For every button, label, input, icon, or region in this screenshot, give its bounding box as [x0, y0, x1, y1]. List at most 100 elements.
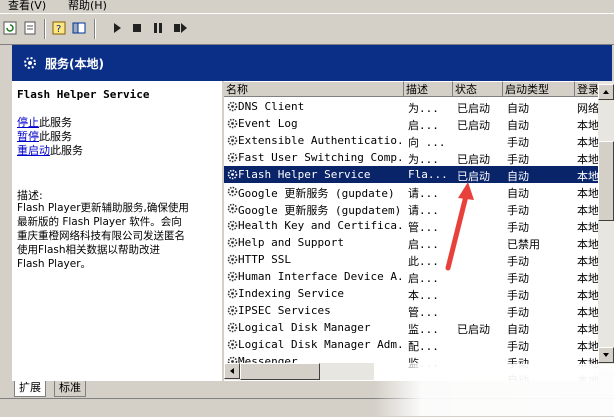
stop-service-action: 停止此服务 [17, 116, 72, 129]
view-tabs: 扩展 标准 [12, 381, 222, 398]
service-startup-type: 自动 [507, 187, 529, 200]
scroll-left-button[interactable] [224, 363, 240, 379]
service-logon: 本地 [577, 255, 598, 268]
table-row[interactable]: Indexing Service 本... 手动 本地 [224, 285, 598, 302]
service-startup-type: 手动 [507, 136, 529, 149]
service-gear-icon [227, 203, 238, 214]
table-row[interactable]: Help and Support 启... 已禁用 本地 [224, 234, 598, 251]
pane-header: 服务(本地) [12, 45, 612, 81]
column-header-status[interactable]: 状态 [453, 81, 503, 97]
column-header-description[interactable]: 描述 [404, 81, 453, 97]
pane-title: 服务(本地) [45, 57, 104, 71]
tab-standard[interactable]: 标准 [54, 381, 86, 397]
service-title: Flash Helper Service [17, 88, 150, 101]
table-row[interactable]: Logical Disk Manager 监... 已启动 自动 本地 [224, 319, 598, 336]
table-row[interactable]: HTTP SSL 此... 手动 本地 [224, 251, 598, 268]
pause-service-link[interactable]: 暂停 [17, 130, 39, 143]
stop-icon[interactable] [129, 20, 147, 38]
service-name: Logical Disk Manager Adm... [238, 338, 404, 351]
service-description: 启... [408, 119, 439, 132]
help-icon[interactable]: ? [51, 20, 69, 38]
pause-icon[interactable] [150, 20, 168, 38]
table-row[interactable]: DNS Client 为... 已启动 自动 网络 [224, 98, 598, 115]
service-name: Google 更新服务 (gupdatem) [238, 204, 402, 217]
toolbar: ? [0, 13, 614, 45]
service-status: 已启动 [457, 102, 490, 115]
service-description: 配... [408, 340, 439, 353]
vertical-scrollbar[interactable] [598, 81, 614, 371]
service-gear-icon [227, 169, 238, 180]
service-status: 已启动 [457, 153, 490, 166]
description-pane: Flash Helper Service 停止此服务 暂停此服务 重启动此服务 … [12, 81, 222, 381]
horizontal-scrollbar[interactable] [224, 363, 374, 380]
service-startup-type: 自动 [507, 323, 529, 336]
service-gear-icon [227, 237, 238, 248]
service-name: Extensible Authenticatio... [238, 134, 404, 147]
service-startup-type: 自动 [507, 170, 529, 183]
service-startup-type: 自动 [507, 102, 529, 115]
show-pane-icon[interactable] [71, 20, 89, 38]
service-logon: 本地 [577, 289, 598, 302]
restart-icon[interactable] [172, 20, 190, 38]
service-gear-icon [227, 288, 238, 299]
table-row[interactable]: Google 更新服务 (gupdate) 请... 自动 本地 [224, 183, 598, 200]
table-row[interactable]: IPSEC Services 管... 手动 本地 [224, 302, 598, 319]
service-startup-type: 手动 [507, 340, 529, 353]
service-description: 管... [408, 221, 439, 234]
service-gear-icon [227, 339, 238, 350]
service-startup-type: 已禁用 [507, 238, 540, 251]
service-gear-icon [227, 220, 238, 231]
column-header-logon[interactable]: 登录为 [575, 81, 598, 97]
service-name: Event Log [238, 117, 298, 130]
table-row[interactable]: Flash Helper Service Fla... 已启动 自动 本地 [224, 166, 598, 183]
column-header-startup-type[interactable]: 启动类型 [503, 81, 575, 97]
service-status: 已启动 [457, 323, 490, 336]
scroll-up-button[interactable] [598, 84, 614, 100]
table-row[interactable]: Human Interface Device A... 启... 手动 本地 [224, 268, 598, 285]
table-row[interactable]: Google 更新服务 (gupdatem) 请... 手动 本地 [224, 200, 598, 217]
svg-text:?: ? [56, 24, 61, 35]
service-status: 已启动 [457, 170, 490, 183]
service-logon: 本地 [577, 306, 598, 319]
menu-bar: 查看(V) 帮助(H) [0, 0, 614, 13]
restart-service-link[interactable]: 重启动 [17, 144, 50, 157]
service-description: 本... [408, 289, 439, 302]
tab-extended[interactable]: 扩展 [14, 381, 46, 397]
service-gear-icon [227, 135, 238, 146]
service-logon: 本地 [577, 272, 598, 285]
service-startup-type: 手动 [507, 153, 529, 166]
table-row[interactable]: Event Log 启... 已启动 自动 本地 [224, 115, 598, 132]
scroll-thumb[interactable] [598, 141, 614, 221]
table-row[interactable]: Health Key and Certifica... 管... 手动 本地 [224, 217, 598, 234]
table-row[interactable]: Fast User Switching Comp... 为... 已启动 手动 本地 [224, 149, 598, 166]
refresh-icon[interactable] [2, 20, 20, 38]
column-header-name[interactable]: 名称 [224, 81, 404, 97]
service-name: Flash Helper Service [238, 168, 371, 181]
menu-view[interactable]: 查看(V) [8, 0, 46, 12]
service-actions: 停止此服务 暂停此服务 重启动此服务 [17, 116, 83, 158]
service-description: 监... [408, 323, 439, 336]
service-logon: 本地 [577, 187, 598, 200]
service-logon: 本地 [577, 170, 598, 183]
export-list-icon[interactable] [22, 20, 40, 38]
service-logon: 本地 [577, 119, 598, 132]
horizontal-scroll-thumb[interactable] [240, 363, 320, 380]
service-startup-type: 手动 [507, 204, 529, 217]
service-description: 请... [408, 187, 439, 200]
service-startup-type: 手动 [507, 306, 529, 319]
service-gear-icon [227, 186, 238, 197]
service-description: 管... [408, 306, 439, 319]
service-gear-icon [227, 118, 238, 129]
table-row[interactable]: Logical Disk Manager Adm... 配... 手动 本地 [224, 336, 598, 353]
gear-icon [22, 55, 38, 74]
service-gear-icon [227, 152, 238, 163]
menu-help[interactable]: 帮助(H) [68, 0, 107, 12]
stop-service-link[interactable]: 停止 [17, 116, 39, 129]
table-row[interactable]: Extensible Authenticatio... 向 ... 手动 本地 [224, 132, 598, 149]
pause-service-action: 暂停此服务 [17, 130, 72, 143]
service-description: 向 ... [408, 136, 446, 149]
service-startup-type: 手动 [507, 255, 529, 268]
start-icon[interactable] [109, 20, 127, 38]
service-name: Human Interface Device A... [238, 270, 404, 283]
scroll-down-button[interactable] [598, 347, 614, 363]
